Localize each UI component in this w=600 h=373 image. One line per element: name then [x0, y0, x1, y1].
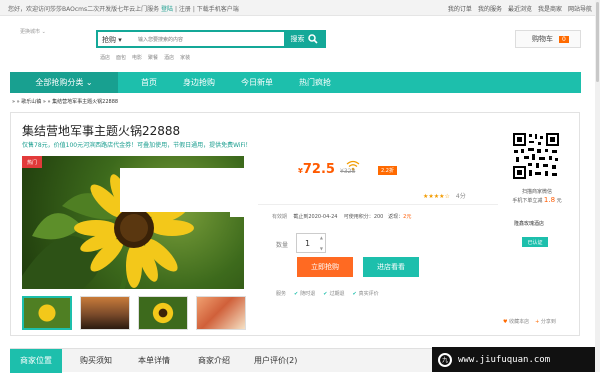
nav-item-nearby[interactable]: 身边抢购 — [170, 72, 228, 93]
hotword[interactable]: 家装 — [180, 54, 190, 61]
register-link[interactable]: 注册 — [179, 6, 191, 13]
nav-item-home[interactable]: 首页 — [128, 72, 170, 93]
thumbnail-food[interactable] — [196, 296, 246, 330]
service-guarantees: 服务 ✔ 随时退 ✔ 过期退 ✔ 真实评价 — [276, 291, 379, 297]
buy-now-button[interactable]: 立即抢购 — [297, 257, 353, 277]
welcome-text: 您好，欢迎访问莎莎BAOcms二次开发版七年云上门服务 登陆 | 注册 | 下载… — [8, 6, 239, 13]
tab-notice[interactable]: 购买须知 — [70, 349, 122, 373]
my-orders-link[interactable]: 我的订单 — [448, 4, 472, 13]
nav-item-hot[interactable]: 热门疯抢 — [286, 72, 344, 93]
heart-icon: ♥ — [503, 319, 508, 325]
rating-stars: ★★★★☆ — [423, 193, 450, 200]
site-nav-link[interactable]: 网站导航 — [568, 4, 592, 13]
validity-info: 有效期 截止到2020-04-24 可使用积分：200 返现：2元 — [272, 214, 412, 220]
top-bar: 您好，欢迎访问莎莎BAOcms二次开发版七年云上门服务 登陆 | 注册 | 下载… — [0, 0, 600, 16]
rating: ★★★★☆ 4分 — [423, 191, 466, 200]
scrollbar[interactable] — [595, 0, 600, 372]
quantity-label: 数量 — [276, 242, 289, 249]
hotword[interactable]: 酒店 — [100, 54, 110, 61]
login-link[interactable]: 登陆 — [161, 6, 173, 13]
visit-store-button[interactable]: 进店看看 — [363, 257, 419, 277]
search-box: 抢购 ▾ 搜索 — [96, 30, 326, 48]
hot-keywords: 酒店 面包 电影 聚餐 酒店 家装 — [100, 54, 190, 61]
image-overlay — [120, 168, 244, 212]
price-row: ¥72.5 ¥328 2.2折 — [258, 160, 498, 182]
change-city[interactable]: 更换城市 ⌄ — [20, 28, 46, 35]
product-title: 集结营地军事主题火锅22888 — [22, 124, 181, 138]
cart-button[interactable]: 购物车 0 — [515, 30, 581, 48]
chevron-down-icon[interactable]: ▼ — [320, 246, 323, 251]
top-links: 我的订单 我的服务 最近浏览 我是商家 网站导航 — [448, 4, 592, 13]
certified-badge: 已认证 — [522, 237, 548, 247]
discount-badge: 2.2折 — [378, 166, 397, 175]
thumbnail-strip — [22, 296, 246, 330]
check-icon: ✔ — [352, 291, 357, 297]
service-item: ✔ 随时退 — [294, 291, 316, 297]
current-price: ¥72.5 — [298, 162, 335, 177]
my-services-link[interactable]: 我的服务 — [478, 4, 502, 13]
product-subtitle: 仅售78元，价值100元河滨西路店代金券！可叠加使用，节假日通用，提供免费WiF… — [22, 142, 252, 149]
check-icon: ✔ — [294, 291, 299, 297]
hot-badge: 热门 — [22, 156, 42, 168]
rating-score: 4分 — [455, 193, 466, 200]
shop-name[interactable]: 隆鑫玫瑰酒店 — [514, 220, 544, 227]
search-input[interactable] — [138, 34, 278, 45]
service-item: ✔ 过期退 — [323, 291, 345, 297]
qr-code-icon — [512, 132, 560, 180]
qr-code — [512, 132, 560, 180]
qr-caption: 扫描商家微信 手机下单立减 1.8 元 — [512, 189, 562, 204]
check-icon: ✔ — [323, 291, 328, 297]
nav-item-today[interactable]: 今日新单 — [228, 72, 286, 93]
image-overlay — [230, 205, 244, 217]
tab-shop-intro[interactable]: 商家介绍 — [188, 349, 240, 373]
quantity-stepper[interactable]: 1 ▲ ▼ — [296, 233, 326, 253]
all-categories-button[interactable]: 全部抢购分类 ⌄ — [10, 72, 118, 93]
watermark-logo-icon: 九 — [438, 352, 452, 367]
merchant-link[interactable]: 我是商家 — [538, 4, 562, 13]
mobile-app-link[interactable]: 下载手机客户端 — [197, 6, 239, 13]
divider — [258, 204, 498, 205]
watermark: 九 www.jiufuquan.com — [432, 347, 600, 372]
search-icon — [307, 34, 318, 44]
original-price: ¥328 — [340, 168, 356, 175]
plus-icon: + — [535, 319, 540, 325]
main-nav: 全部抢购分类 ⌄ 首页 身边抢购 今日新单 热门疯抢 — [10, 72, 581, 93]
recent-views-link[interactable]: 最近浏览 — [508, 4, 532, 13]
favorite-share: ♥ 收藏本店 + 分享到 — [503, 318, 556, 325]
thumbnail-boat[interactable] — [80, 296, 130, 330]
thumbnail-sunflower-1[interactable] — [22, 296, 72, 330]
chevron-down-icon: ⌄ — [41, 29, 46, 35]
nav-items: 首页 身边抢购 今日新单 热门疯抢 — [128, 72, 344, 93]
cart-count-badge: 0 — [559, 35, 569, 43]
search-button[interactable]: 搜索 — [284, 30, 324, 48]
header: 更换城市 ⌄ 抢购 ▾ 搜索 酒店 面包 电影 聚餐 酒店 家装 购物车 0 — [0, 16, 600, 70]
hotword[interactable]: 电影 — [132, 54, 142, 61]
service-item: ✔ 真实评价 — [352, 291, 379, 297]
tab-details[interactable]: 本单详情 — [128, 349, 180, 373]
scrollbar-thumb[interactable] — [596, 2, 599, 82]
chevron-down-icon: ⌄ — [85, 78, 93, 87]
thumbnail-sunflower-2[interactable] — [138, 296, 188, 330]
hotword[interactable]: 酒店 — [164, 54, 174, 61]
hotword[interactable]: 面包 — [116, 54, 126, 61]
breadcrumb[interactable]: » » 歌乐山镇 » » 集结营地军事主题火锅22888 — [12, 98, 118, 105]
tab-reviews[interactable]: 用户评价(2) — [244, 349, 307, 373]
search-category-select[interactable]: 抢购 ▾ — [102, 35, 122, 45]
favorite-store-link[interactable]: ♥ 收藏本店 — [503, 318, 529, 325]
tab-location[interactable]: 商家位置 — [10, 349, 62, 373]
hotword[interactable]: 聚餐 — [148, 54, 158, 61]
chevron-up-icon[interactable]: ▲ — [320, 235, 323, 240]
share-link[interactable]: + 分享到 — [535, 318, 556, 325]
